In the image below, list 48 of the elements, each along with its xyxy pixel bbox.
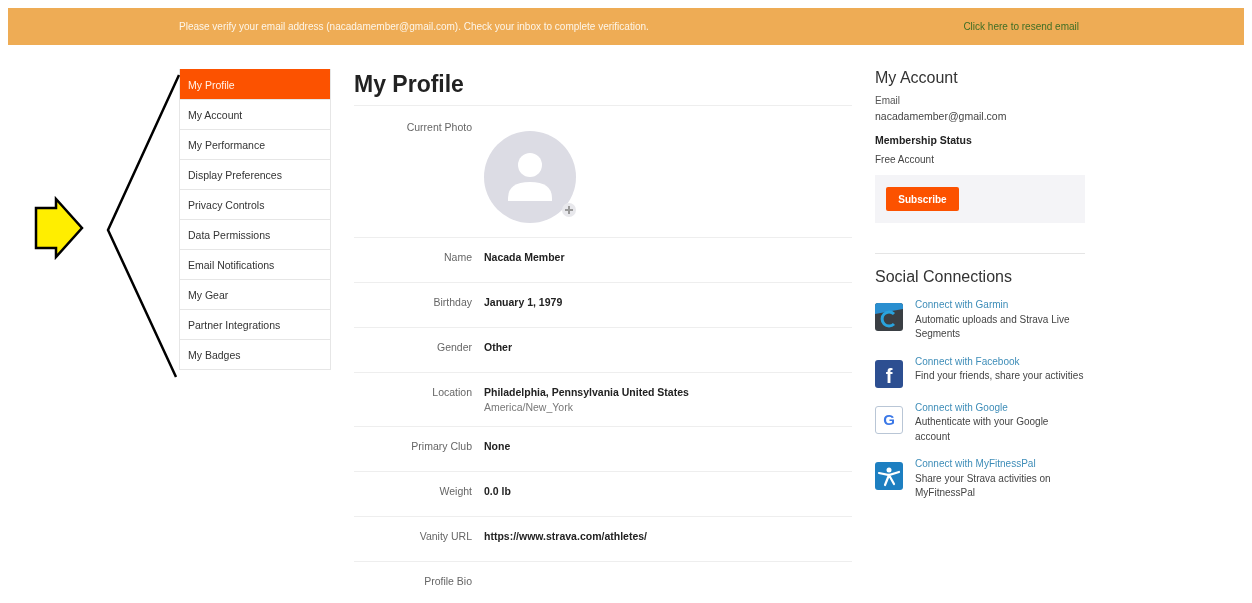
field-label: Name bbox=[443, 251, 472, 265]
add-photo-icon bbox=[562, 203, 576, 217]
connect-link[interactable]: Connect with Facebook bbox=[915, 354, 1084, 369]
field-label: Weight bbox=[438, 485, 472, 499]
field-label: Birthday bbox=[432, 296, 472, 310]
sidebar-item[interactable]: Privacy Controls bbox=[180, 189, 330, 219]
membership-status: Free Account bbox=[875, 154, 935, 165]
sidebar-item[interactable]: My Gear bbox=[180, 279, 330, 309]
sidebar-item[interactable]: Email Notifications bbox=[180, 249, 330, 279]
field-label: Profile Bio bbox=[423, 575, 472, 589]
field-value: None bbox=[484, 440, 511, 452]
connect-link[interactable]: Connect with MyFitnessPal bbox=[915, 457, 1085, 472]
sidebar-item[interactable]: My Badges bbox=[180, 339, 330, 369]
field-label: Location bbox=[431, 386, 472, 400]
field-value: 0.0 lb bbox=[484, 485, 511, 497]
c-logo-icon bbox=[875, 303, 903, 331]
field-value: Philadelphia, Pennsylvania United States bbox=[484, 386, 689, 398]
connect-link[interactable]: Connect with Garmin bbox=[915, 298, 1085, 313]
connect-description: Automatic uploads and Strava Live Segments bbox=[915, 312, 1071, 341]
email-address: nacadamember@gmail.com bbox=[875, 110, 1008, 122]
connect-description: Share your Strava activities on MyFitnessPal bbox=[915, 471, 1052, 500]
field-detail: America/New_York bbox=[484, 401, 574, 413]
sidebar-item[interactable]: Partner Integrations bbox=[180, 309, 330, 339]
field-value: January 1, 1979 bbox=[484, 296, 563, 308]
sidebar-item[interactable]: Display Preferences bbox=[180, 159, 330, 189]
f-logo-icon: f bbox=[875, 359, 903, 388]
email-label: Email bbox=[875, 95, 901, 106]
g-logo-icon: G bbox=[875, 405, 903, 434]
field-label: Primary Club bbox=[410, 440, 472, 454]
sidebar-item[interactable]: Data Permissions bbox=[180, 219, 330, 249]
sidebar-item[interactable]: My Account bbox=[180, 99, 330, 129]
field-value: https://www.strava.com/athletes/ bbox=[484, 530, 647, 542]
field-label: Vanity URL bbox=[418, 530, 472, 544]
field-label: Gender bbox=[435, 341, 472, 355]
sidebar-item[interactable]: My Performance bbox=[180, 129, 330, 159]
field-value: Nacada Member bbox=[484, 251, 565, 263]
membership-label: Membership Status bbox=[875, 134, 973, 146]
section-heading: Social Connections bbox=[875, 268, 1013, 286]
connect-description: Authenticate with your Google account bbox=[915, 415, 1050, 444]
figure-icon bbox=[875, 462, 903, 490]
section-heading: My Account bbox=[875, 69, 959, 87]
page-title: My Profile bbox=[354, 70, 465, 99]
connect-link[interactable]: Connect with Google bbox=[915, 400, 1085, 415]
connect-description: Find your friends, share your activities bbox=[915, 369, 1084, 383]
field-value: Other bbox=[484, 341, 512, 353]
arrow-icon bbox=[34, 195, 84, 261]
banner-message: Please verify your email address (nacadamember@gmail.com). Check your inbox to complete verification. bbox=[179, 21, 649, 32]
field-label: Current Photo bbox=[405, 121, 472, 135]
